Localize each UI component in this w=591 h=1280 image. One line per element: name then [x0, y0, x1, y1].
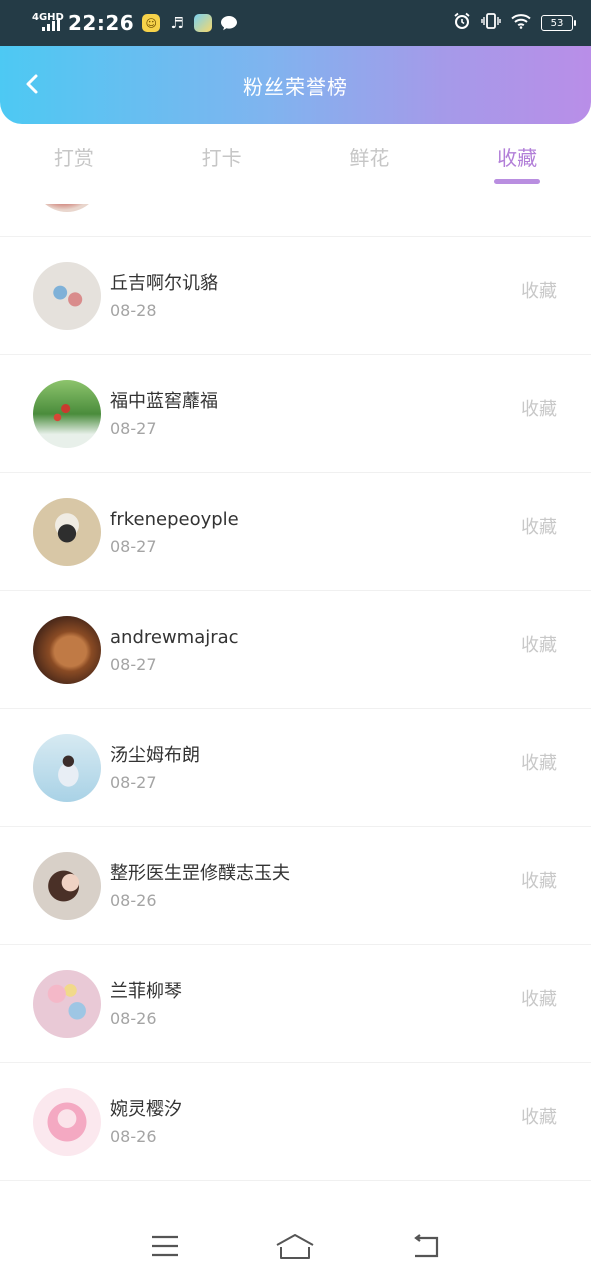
- music-app-icon: ♬: [170, 14, 184, 32]
- menu-icon: [152, 1235, 179, 1257]
- menu-button[interactable]: [145, 1226, 185, 1266]
- back-nav-button[interactable]: [406, 1226, 446, 1266]
- alarm-icon: [453, 12, 471, 34]
- user-name: andrewmajrac: [110, 626, 239, 648]
- date-label: 08-27: [110, 772, 157, 792]
- action-type-label: 收藏: [521, 1107, 557, 1128]
- avatar[interactable]: [33, 615, 101, 684]
- action-type-label: 收藏: [521, 753, 557, 774]
- list-item[interactable]: joebdoxeprodr08-28 收藏: [0, 204, 591, 237]
- active-tab-indicator: [494, 179, 541, 184]
- action-type-label: 收藏: [521, 281, 557, 302]
- list-item[interactable]: 兰菲柳琴 08-26 收藏: [0, 945, 591, 1063]
- tab-label: 打卡: [201, 146, 242, 170]
- return-icon: [413, 1234, 438, 1258]
- tab-label: 收藏: [497, 146, 538, 170]
- user-name: 福中蓝窖蘼福: [110, 390, 218, 412]
- battery-level: 53: [550, 17, 564, 29]
- list-item[interactable]: 婉灵樱汐 08-26 收藏: [0, 1063, 591, 1181]
- back-button[interactable]: [14, 66, 50, 102]
- signal-icon: 4GHD: [32, 13, 64, 33]
- page-title: 粉丝荣誉榜: [243, 74, 348, 99]
- avatar[interactable]: [33, 851, 101, 920]
- chevron-left-icon: [26, 74, 38, 94]
- tab-label: 鲜花: [349, 146, 390, 170]
- list-item[interactable]: frkenepeoyple 08-27 收藏: [0, 473, 591, 591]
- action-type-label: 收藏: [521, 635, 557, 656]
- action-type-label: 收藏: [521, 871, 557, 892]
- avatar[interactable]: [33, 733, 101, 802]
- avatar[interactable]: [33, 204, 101, 212]
- home-icon: [276, 1234, 314, 1259]
- tab-favorites[interactable]: 收藏: [443, 124, 591, 204]
- date-label: 08-26: [110, 1126, 157, 1146]
- clock: 22:26: [68, 11, 135, 35]
- tab-reward[interactable]: 打赏: [0, 124, 148, 204]
- date-label: 08-28: [110, 300, 157, 320]
- date-label: 08-26: [110, 1008, 157, 1028]
- date-label: 08-27: [110, 654, 157, 674]
- user-name: 兰菲柳琴: [110, 980, 182, 1002]
- title-bar: 粉丝荣誉榜: [0, 46, 591, 124]
- user-name: 婉灵樱汐: [110, 1098, 182, 1120]
- date-label: 08-27: [110, 418, 157, 438]
- vibrate-icon: [481, 12, 501, 34]
- avatar[interactable]: [33, 497, 101, 566]
- fan-list[interactable]: joebdoxeprodr08-28 收藏 丘吉啊尔讥貉 08-28 收藏 福中蓝…: [0, 204, 591, 1212]
- tab-bar: 打赏 打卡 鲜花 收藏: [0, 124, 591, 204]
- list-item[interactable]: 整形医生罡修醭志玉夫 08-26 收藏: [0, 827, 591, 945]
- list-item[interactable]: 丘吉啊尔讥貉 08-28 收藏: [0, 237, 591, 355]
- avatar[interactable]: [33, 261, 101, 330]
- action-type-label: 收藏: [521, 989, 557, 1010]
- list-item[interactable]: andrewmajrac 08-27 收藏: [0, 591, 591, 709]
- battery-icon: 53: [541, 15, 576, 31]
- date-label: 08-26: [110, 890, 157, 910]
- list-item[interactable]: 汤尘姆布朗 08-27 收藏: [0, 709, 591, 827]
- action-type-label: 收藏: [521, 399, 557, 420]
- user-name: 丘吉啊尔讥貉: [110, 272, 218, 294]
- wifi-icon: [511, 13, 531, 33]
- gallery-app-icon: [194, 14, 213, 32]
- tab-checkin[interactable]: 打卡: [148, 124, 296, 204]
- user-name: 汤尘姆布朗: [110, 744, 200, 766]
- avatar[interactable]: [33, 379, 101, 448]
- avatar[interactable]: [33, 1087, 101, 1156]
- user-name: frkenepeoyple: [110, 508, 239, 530]
- home-button[interactable]: [275, 1226, 315, 1266]
- tab-flowers[interactable]: 鲜花: [296, 124, 444, 204]
- avatar[interactable]: [33, 969, 101, 1038]
- date-label: 08-27: [110, 536, 157, 556]
- system-navigation-bar: [0, 1212, 591, 1280]
- message-icon: [220, 14, 238, 32]
- tab-label: 打赏: [53, 146, 94, 170]
- action-type-label: 收藏: [521, 517, 557, 538]
- app-notification-icon: ☺: [142, 14, 161, 32]
- user-name: 整形医生罡修醭志玉夫: [110, 862, 290, 884]
- status-bar: 4GHD 22:26 ☺ ♬ 53: [0, 0, 591, 46]
- list-item[interactable]: 福中蓝窖蘼福 08-27 收藏: [0, 355, 591, 473]
